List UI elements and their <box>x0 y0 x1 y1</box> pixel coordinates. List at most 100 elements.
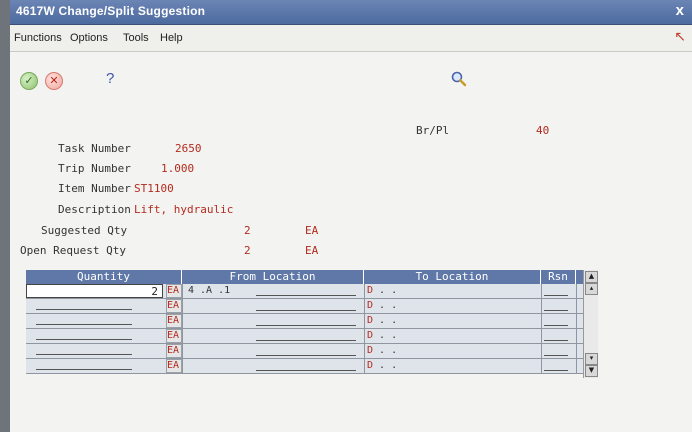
column-divider <box>182 284 183 298</box>
um-cell[interactable]: EA <box>166 329 182 343</box>
from-location-underline <box>256 355 356 356</box>
column-header-quantity[interactable]: Quantity <box>26 270 182 284</box>
quantity-field-underline <box>36 354 132 355</box>
column-divider <box>541 299 542 313</box>
suggested-qty-label: Suggested Qty <box>41 224 128 237</box>
scroll-up-icon[interactable]: ▴ <box>585 283 598 295</box>
um-cell[interactable]: EA <box>166 284 182 298</box>
column-divider <box>541 284 542 298</box>
suggested-qty-um: EA <box>305 224 319 237</box>
um-cell[interactable]: EA <box>166 344 182 358</box>
ok-button[interactable]: ✓ <box>20 72 38 90</box>
quantity-cell[interactable] <box>26 314 163 328</box>
help-button[interactable]: ? <box>106 70 114 87</box>
quantity-cell[interactable] <box>26 344 163 358</box>
menu-options[interactable]: Options <box>70 32 108 44</box>
to-location-rest: . . <box>373 300 398 311</box>
column-divider <box>576 329 577 343</box>
column-header-to-location[interactable]: To Location <box>364 270 541 284</box>
quantity-field-underline <box>36 339 132 340</box>
column-divider <box>541 329 542 343</box>
open-request-qty-label: Open Request Qty <box>20 244 126 257</box>
column-divider <box>364 299 365 313</box>
to-location-rest: . . <box>373 315 398 326</box>
table-row[interactable]: 2 EA 4 .A .1 D . . <box>26 284 588 299</box>
toolbar: ✓ ✕ ? <box>10 52 692 96</box>
magnifier-icon <box>451 71 467 87</box>
menu-help[interactable]: Help <box>160 32 183 44</box>
scroll-down-icon[interactable]: ▾ <box>585 353 598 365</box>
column-divider <box>364 314 365 328</box>
quantity-field-underline <box>36 309 132 310</box>
column-divider <box>576 284 577 298</box>
trip-number-value: 1.000 <box>161 162 195 175</box>
um-cell[interactable]: EA <box>166 299 182 313</box>
open-request-qty-um: EA <box>305 244 319 257</box>
menu-tools[interactable]: Tools <box>123 32 149 44</box>
menu-functions[interactable]: Functions <box>14 32 62 44</box>
table-row[interactable]: EA D . . <box>26 359 588 374</box>
from-location-underline <box>256 370 356 371</box>
quantity-cell[interactable] <box>26 359 163 373</box>
to-location-cell[interactable]: D . . <box>365 299 541 313</box>
column-divider <box>364 329 365 343</box>
to-location-cell[interactable]: D . . <box>365 284 541 298</box>
table-row[interactable]: EA D . . <box>26 329 588 344</box>
item-number-label: Item Number <box>58 182 131 195</box>
from-location-underline <box>256 340 356 341</box>
menu-bar: Functions Options Tools Help ↖ <box>10 25 692 52</box>
br-pl-label: Br/Pl <box>416 124 450 137</box>
title-bar: 4617W Change/Split Suggestion x <box>10 0 692 25</box>
quantity-cell[interactable]: 2 <box>26 284 163 298</box>
search-button[interactable] <box>450 70 468 88</box>
x-icon: ✕ <box>49 74 59 87</box>
column-divider <box>541 359 542 373</box>
scroll-top-icon[interactable]: ▲ <box>585 271 598 283</box>
table-row[interactable]: EA D . . <box>26 344 588 359</box>
to-location-rest: . . <box>373 330 398 341</box>
um-cell[interactable]: EA <box>166 314 182 328</box>
column-header-from-location[interactable]: From Location <box>182 270 364 284</box>
from-location-underline <box>256 310 356 311</box>
help-pointer-icon[interactable]: ↖ <box>674 29 686 45</box>
detail-grid: Quantity From Location To Location Rsn 2… <box>26 270 588 378</box>
column-divider <box>182 314 183 328</box>
trip-number-label: Trip Number <box>58 162 131 175</box>
br-pl-value: 40 <box>536 124 550 137</box>
cancel-button[interactable]: ✕ <box>45 72 63 90</box>
open-request-qty-value: 2 <box>244 244 251 257</box>
to-location-cell[interactable]: D . . <box>365 314 541 328</box>
column-divider <box>576 314 577 328</box>
column-divider <box>576 344 577 358</box>
description-value: Lift, hydraulic <box>134 203 234 216</box>
table-row[interactable]: EA D . . <box>26 314 588 329</box>
rsn-underline <box>544 370 568 371</box>
description-label: Description <box>58 203 131 216</box>
column-divider <box>182 359 183 373</box>
column-divider <box>576 359 577 373</box>
item-number-value: ST1100 <box>134 182 174 195</box>
table-row[interactable]: EA D . . <box>26 299 588 314</box>
grid-scrollbar[interactable]: ▲ ▴ ▾ ▼ <box>583 270 598 378</box>
to-location-cell[interactable]: D . . <box>365 329 541 343</box>
column-header-rsn[interactable]: Rsn <box>541 270 576 284</box>
to-location-rest: . . <box>373 360 398 371</box>
column-divider <box>541 344 542 358</box>
close-icon[interactable]: x <box>676 2 684 19</box>
um-cell[interactable]: EA <box>166 359 182 373</box>
to-location-cell[interactable]: D . . <box>365 344 541 358</box>
scroll-bottom-icon[interactable]: ▼ <box>585 365 598 377</box>
column-divider <box>364 344 365 358</box>
column-divider <box>541 314 542 328</box>
task-number-label: Task Number <box>58 142 131 155</box>
to-location-rest: . . <box>373 285 398 296</box>
rsn-underline <box>544 340 568 341</box>
column-divider <box>364 284 365 298</box>
from-location-underline <box>256 295 356 296</box>
quantity-cell[interactable] <box>26 329 163 343</box>
quantity-cell[interactable] <box>26 299 163 313</box>
to-location-cell[interactable]: D . . <box>365 359 541 373</box>
to-location-rest: . . <box>373 345 398 356</box>
window-title: 4617W Change/Split Suggestion <box>16 4 206 18</box>
app-window: 4617W Change/Split Suggestion x Function… <box>0 0 692 432</box>
